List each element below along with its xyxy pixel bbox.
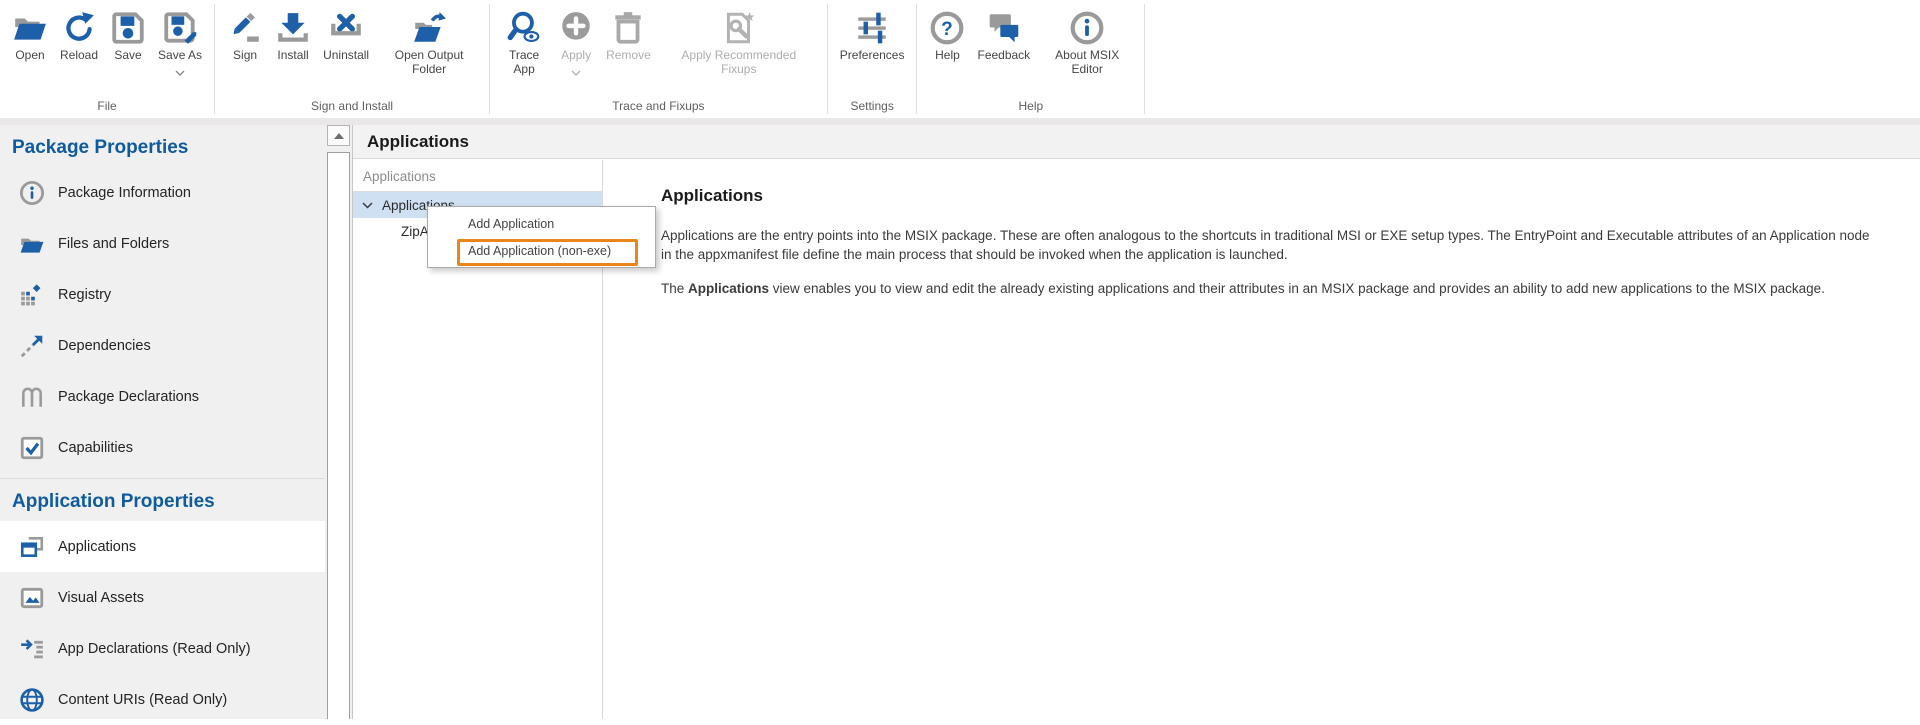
app-declarations-icon	[18, 635, 45, 662]
sign-button[interactable]: Sign	[221, 6, 269, 62]
chevron-down-icon	[175, 63, 185, 71]
preferences-button[interactable]: Preferences	[834, 6, 911, 62]
help-question-icon: ?	[929, 8, 965, 48]
open-output-folder-button[interactable]: Open Output Folder	[375, 6, 483, 76]
save-as-icon	[162, 8, 198, 48]
view-header-bar: Applications	[353, 125, 1920, 159]
install-button[interactable]: Install	[269, 6, 317, 62]
sidebar-item-registry[interactable]: Registry	[0, 269, 325, 320]
menu-item-add-application-non-exe[interactable]: Add Application (non-exe)	[428, 237, 655, 264]
sidebar-item-dependencies[interactable]: Dependencies	[0, 320, 325, 371]
chevron-down-icon[interactable]	[362, 202, 373, 209]
context-menu: Add Application Add Application (non-exe…	[427, 206, 656, 268]
tree-node-label: ZipA	[401, 224, 429, 239]
capabilities-checkbox-icon	[18, 434, 45, 461]
apply-plus-icon	[558, 8, 594, 48]
scrollbar-thumb[interactable]	[327, 152, 350, 719]
content-uris-globe-icon	[18, 686, 45, 713]
dependencies-icon	[18, 332, 45, 359]
content-paragraph-2: The Applications view enables you to vie…	[661, 279, 1880, 298]
uninstall-icon	[328, 8, 364, 48]
trace-app-icon	[506, 8, 542, 48]
help-button[interactable]: ? Help	[923, 6, 971, 62]
scrollbar-up-button[interactable]	[327, 125, 350, 146]
chevron-down-icon	[571, 63, 581, 71]
preferences-sliders-icon	[854, 8, 890, 48]
install-icon	[275, 8, 311, 48]
reload-button[interactable]: Reload	[54, 6, 104, 62]
svg-text:?: ?	[942, 19, 954, 40]
sidebar-item-applications[interactable]: Applications	[0, 521, 325, 572]
sidebar-heading-package-properties: Package Properties	[0, 125, 325, 167]
package-information-icon	[18, 179, 45, 206]
ribbon-group-label-file: File	[0, 97, 214, 118]
sidebar-item-files-and-folders[interactable]: Files and Folders	[0, 218, 325, 269]
save-icon	[110, 8, 146, 48]
reload-icon	[61, 8, 97, 48]
menu-item-add-application[interactable]: Add Application	[428, 210, 655, 237]
ribbon-group-trace-and-fixups: Trace App Apply Remove	[490, 0, 827, 118]
visual-assets-image-icon	[18, 584, 45, 611]
uninstall-button[interactable]: Uninstall	[317, 6, 375, 62]
ribbon-group-label-trace-and-fixups: Trace and Fixups	[490, 97, 827, 118]
ribbon-group-file: Open Reload Save Save As	[0, 0, 214, 118]
triangle-up-icon	[334, 133, 344, 139]
ribbon-group-help: ? Help Feedback About MSIX Editor Help	[917, 0, 1144, 118]
sidebar-scrollbar	[325, 125, 352, 719]
feedback-button[interactable]: Feedback	[971, 6, 1036, 62]
trace-app-button[interactable]: Trace App	[496, 6, 552, 76]
open-folder-icon	[12, 8, 48, 48]
ribbon-group-label-help: Help	[917, 97, 1144, 118]
sign-pencil-icon	[227, 8, 263, 48]
apply-recommended-fixups-button[interactable]: Apply Recommended Fixups	[657, 6, 821, 76]
sidebar-item-app-declarations[interactable]: App Declarations (Read Only)	[0, 623, 325, 674]
ribbon-separator	[1144, 4, 1145, 114]
feedback-bubbles-icon	[986, 8, 1022, 48]
sidebar-item-visual-assets[interactable]: Visual Assets	[0, 572, 325, 623]
about-msix-editor-button[interactable]: About MSIX Editor	[1036, 6, 1138, 76]
open-output-folder-icon	[411, 8, 447, 48]
navigation-sidebar: Package Properties Package Information F…	[0, 125, 325, 719]
content-area: Applications Applications are the entry …	[604, 160, 1920, 719]
remove-trash-icon	[610, 8, 646, 48]
ribbon-group-label-settings: Settings	[828, 97, 917, 118]
sidebar-item-capabilities[interactable]: Capabilities	[0, 422, 325, 473]
content-heading: Applications	[661, 186, 1880, 206]
ribbon-toolbar: Open Reload Save Save As	[0, 0, 1920, 118]
remove-button[interactable]: Remove	[600, 6, 657, 62]
registry-icon	[18, 281, 45, 308]
ribbon-bottom-strip	[0, 118, 1920, 125]
content-paragraph-1: Applications are the entry points into t…	[661, 226, 1880, 264]
about-info-icon	[1069, 8, 1105, 48]
sidebar-item-content-uris[interactable]: Content URIs (Read Only)	[0, 674, 325, 725]
applications-windows-icon	[18, 533, 45, 560]
files-and-folders-icon	[18, 230, 45, 257]
tree-column-header: Applications	[353, 160, 602, 191]
save-as-button[interactable]: Save As	[152, 6, 208, 71]
sidebar-item-package-declarations[interactable]: Package Declarations	[0, 371, 325, 422]
package-declarations-icon	[18, 383, 45, 410]
save-button[interactable]: Save	[104, 6, 152, 62]
apply-button[interactable]: Apply	[552, 6, 600, 71]
sidebar-item-package-information[interactable]: Package Information	[0, 167, 325, 218]
apply-recommended-fixups-icon	[721, 8, 757, 48]
sidebar-heading-application-properties: Application Properties	[0, 479, 325, 521]
ribbon-group-sign-and-install: Sign Install Uninstall Open Output Folde…	[215, 0, 489, 118]
ribbon-group-settings: Preferences Settings	[828, 0, 917, 118]
view-title: Applications	[367, 132, 469, 152]
ribbon-group-label-sign-and-install: Sign and Install	[215, 97, 489, 118]
open-button[interactable]: Open	[6, 6, 54, 62]
